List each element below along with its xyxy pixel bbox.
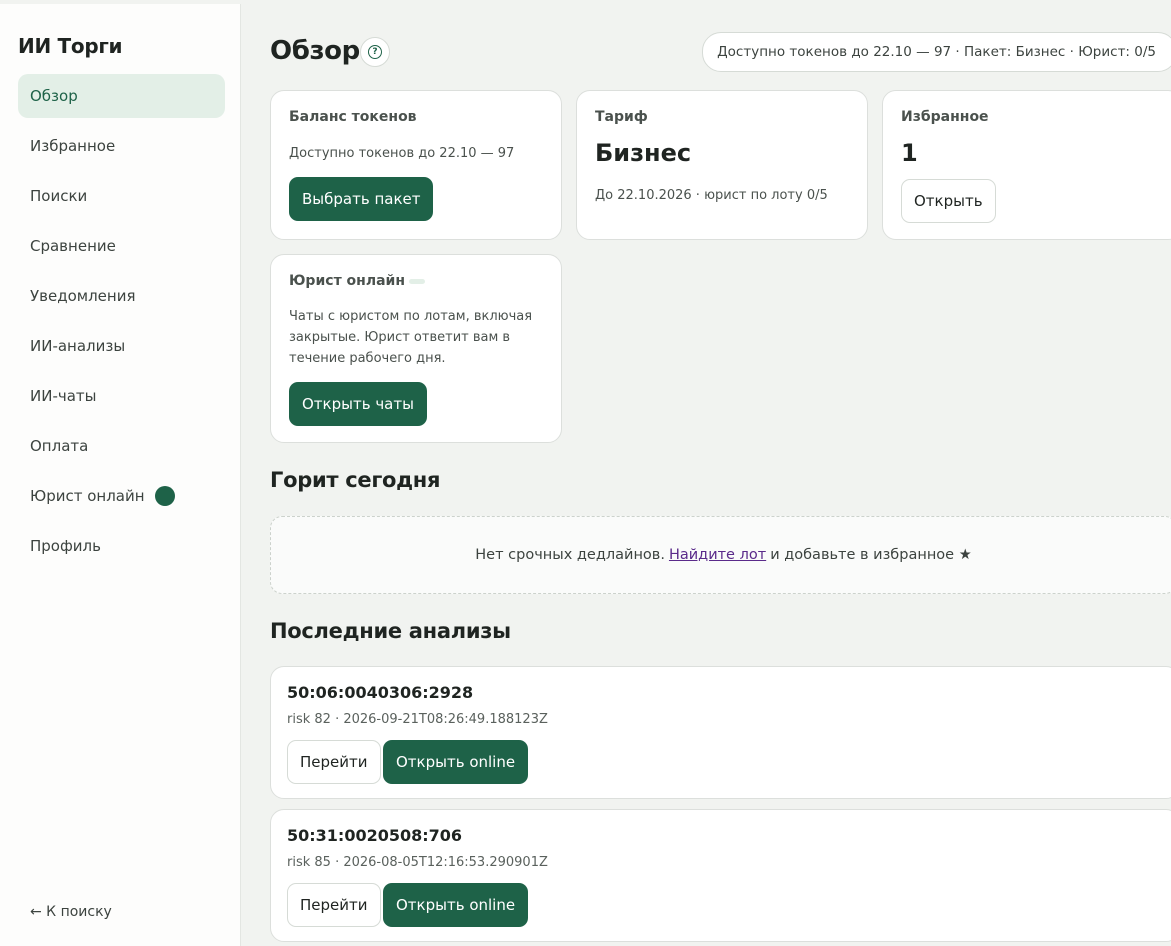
sidebar-item-searches[interactable]: Поиски	[18, 174, 225, 218]
open-favorites-button[interactable]: Открыть	[901, 179, 996, 223]
open-online-button[interactable]: Открыть online	[383, 740, 529, 784]
card-label: Баланс токенов	[289, 109, 417, 125]
status-badge	[409, 278, 426, 284]
open-chats-button[interactable]: Открыть чаты	[289, 382, 427, 426]
cadastral-number: 50:31:0020508:706	[287, 826, 463, 845]
text-line: Чаты с юристом по лотам, включая	[289, 309, 533, 324]
text-line: течение рабочего дня.	[289, 351, 446, 366]
analysis-card: 50:06:0040306:2928 risk 82 · 2026-09-21T…	[270, 666, 1171, 799]
card-label: Юрист онлайн	[289, 273, 426, 289]
section-title-hot-today: Горит сегодня	[270, 468, 441, 492]
brand-title: ИИ Торги	[18, 34, 123, 58]
sidebar-item-ai-chats[interactable]: ИИ-чаты	[18, 374, 225, 418]
lawyer-online-card: Юрист онлайн Чаты с юристом по лотам, вк…	[270, 254, 562, 443]
choose-package-button[interactable]: Выбрать пакет	[289, 177, 434, 221]
go-to-lot-button[interactable]: Перейти	[287, 883, 381, 927]
card-label-text: Юрист онлайн	[289, 273, 406, 289]
cadastral-number: 50:06:0040306:2928	[287, 683, 474, 702]
page-title: Обзор	[270, 36, 360, 66]
tariff-details: До 22.10.2026 · юрист по лоту 0/5	[595, 188, 828, 203]
analysis-meta: risk 85 · 2026-08-05T12:16:53.290901Z	[287, 855, 548, 870]
sidebar-item-notifications[interactable]: Уведомления	[18, 274, 225, 318]
favorites-card: Избранное 1 Открыть	[882, 90, 1171, 240]
empty-text: Нет срочных дедлайнов.	[475, 547, 665, 563]
open-online-button[interactable]: Открыть online	[383, 883, 529, 927]
tariff-value: Бизнес	[595, 139, 692, 167]
sidebar-item-ai-analyses[interactable]: ИИ-анализы	[18, 324, 225, 368]
help-icon: ?	[368, 45, 382, 59]
analysis-card: 50:31:0020508:706 risk 85 · 2026-08-05T1…	[270, 809, 1171, 942]
card-text: Чаты с юристом по лотам, включая закрыты…	[289, 306, 532, 369]
find-lot-link[interactable]: Найдите лот	[669, 547, 766, 563]
online-status-dot	[154, 486, 175, 506]
go-to-lot-button[interactable]: Перейти	[287, 740, 381, 784]
sidebar-item-favorites[interactable]: Избранное	[18, 124, 225, 168]
section-title-recent-analyses: Последние анализы	[270, 619, 511, 643]
analysis-meta: risk 82 · 2026-09-21T08:26:49.188123Z	[287, 712, 548, 727]
help-button[interactable]: ?	[360, 37, 390, 67]
main-content: Обзор ? Доступно токенов до 22.10 — 97 ·…	[242, 4, 1171, 946]
hot-today-empty-state: Нет срочных дедлайнов. Найдите лот и доб…	[270, 516, 1171, 594]
favorites-count: 1	[901, 139, 918, 167]
card-label: Избранное	[901, 109, 989, 125]
sidebar-item-overview[interactable]: Обзор	[18, 74, 225, 118]
sidebar: ИИ Торги Обзор Избранное Поиски Сравнени…	[0, 4, 241, 946]
card-label: Тариф	[595, 109, 648, 125]
sidebar-nav: Обзор Избранное Поиски Сравнение Уведомл…	[18, 74, 225, 574]
empty-text-end: и добавьте в избранное ★	[770, 547, 972, 563]
token-balance-card: Баланс токенов Доступно токенов до 22.10…	[270, 90, 562, 240]
sidebar-item-label: Юрист онлайн	[30, 487, 145, 505]
sidebar-item-comparison[interactable]: Сравнение	[18, 224, 225, 268]
sidebar-item-lawyer-online[interactable]: Юрист онлайн	[18, 474, 225, 518]
sidebar-item-profile[interactable]: Профиль	[18, 524, 225, 568]
token-status-pill: Доступно токенов до 22.10 — 97 · Пакет: …	[702, 32, 1171, 72]
card-text: Доступно токенов до 22.10 — 97	[289, 146, 515, 161]
sidebar-item-payment[interactable]: Оплата	[18, 424, 225, 468]
back-to-search-link[interactable]: ← К поиску	[30, 904, 112, 920]
text-line: закрытые. Юрист ответит вам в	[289, 330, 511, 345]
tariff-card: Тариф Бизнес До 22.10.2026 · юрист по ло…	[576, 90, 868, 240]
